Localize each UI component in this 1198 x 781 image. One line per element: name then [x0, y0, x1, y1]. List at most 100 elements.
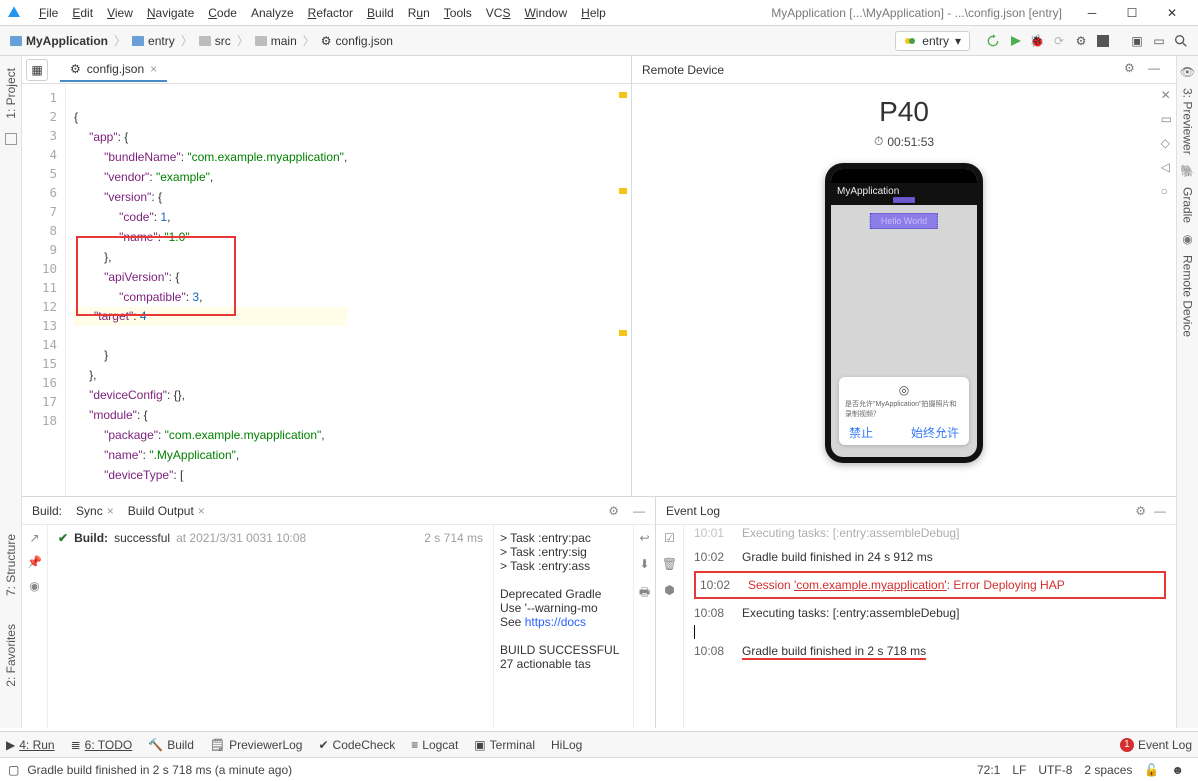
sidebar-item-structure[interactable]: 7: Structure: [4, 530, 18, 600]
lock-icon[interactable]: 🔓: [1138, 763, 1165, 777]
event-log-body: ☑ 🗑 ⬢ 10:01Executing tasks: [:entry:asse…: [656, 525, 1176, 728]
avd-icon[interactable]: ▣: [1126, 30, 1148, 52]
stop-icon[interactable]: [1092, 30, 1114, 52]
event-msg: Session 'com.example.myapplication': Err…: [748, 578, 1065, 592]
home-icon[interactable]: ○: [1161, 184, 1172, 198]
maximize-button[interactable]: ☐: [1112, 1, 1152, 25]
sidebar-item-gradle[interactable]: Gradle: [1181, 181, 1195, 229]
gear-icon[interactable]: ⚙: [1124, 61, 1142, 79]
build-output[interactable]: > Task :entry:pac > Task :entry:sig > Ta…: [493, 525, 633, 728]
menu-view[interactable]: View: [100, 6, 140, 20]
sidebar-item-project[interactable]: 1: Project: [4, 62, 18, 125]
remote-icon[interactable]: ◉: [1182, 232, 1192, 246]
filter-icon[interactable]: ◉: [29, 579, 39, 593]
build-tree-toolbar: ↗ 📌 ◉: [22, 525, 48, 728]
pin-icon[interactable]: 📌: [27, 555, 42, 569]
menu-run[interactable]: Run: [401, 6, 437, 20]
hide-icon[interactable]: —: [1154, 504, 1166, 518]
print-icon[interactable]: 🖶: [639, 583, 650, 604]
dialog-deny[interactable]: 禁止: [849, 424, 873, 441]
crumb-file[interactable]: ⚙config.json: [317, 34, 397, 48]
menu-analyze[interactable]: Analyze: [244, 6, 301, 20]
wrap-icon[interactable]: ↩: [639, 531, 649, 545]
tw-run[interactable]: ▶ 4: Run: [6, 738, 55, 752]
tab-close-icon[interactable]: ×: [150, 62, 157, 76]
menu-code[interactable]: Code: [201, 6, 244, 20]
menu-edit[interactable]: Edit: [65, 6, 100, 20]
gear-icon[interactable]: ⚙: [1135, 504, 1146, 518]
tw-eventlog[interactable]: 1 Event Log: [1120, 738, 1192, 752]
tab-config-json[interactable]: ⚙ config.json ×: [60, 58, 167, 82]
build-timestamp: at 2021/3/31 0031 10:08: [176, 531, 306, 545]
session-link[interactable]: 'com.example.myapplication': [794, 578, 947, 592]
run-icon[interactable]: [1004, 30, 1026, 52]
settings-icon[interactable]: ☑: [664, 531, 675, 545]
tw-hilog[interactable]: HiLog: [551, 738, 582, 752]
crumb-main[interactable]: main: [251, 34, 301, 48]
build-tab-output[interactable]: Build Output ×: [128, 504, 205, 518]
project-toggle-icon[interactable]: ▦: [26, 59, 48, 81]
project-view-icon[interactable]: [5, 133, 17, 145]
tw-terminal[interactable]: ▣ Terminal: [474, 738, 535, 752]
menu-build[interactable]: Build: [360, 6, 401, 20]
indent[interactable]: 2 spaces: [1078, 763, 1138, 777]
sidebar-item-remote[interactable]: Remote Device: [1181, 249, 1195, 343]
sidebar-item-favorites[interactable]: 2: Favorites: [4, 620, 18, 691]
hide-icon[interactable]: —: [633, 504, 645, 518]
crumb-root[interactable]: MyApplication: [6, 34, 112, 48]
line-ending[interactable]: LF: [1006, 763, 1032, 777]
tw-logcat[interactable]: ≡ Logcat: [411, 738, 458, 752]
crumb-src[interactable]: src: [195, 34, 235, 48]
clear-icon[interactable]: ◇: [1161, 136, 1172, 150]
minimize-button[interactable]: ─: [1072, 1, 1112, 25]
search-icon[interactable]: [1170, 30, 1192, 52]
crumb-entry[interactable]: entry: [128, 34, 179, 48]
menu-navigate[interactable]: Navigate: [140, 6, 201, 20]
menu-window[interactable]: Window: [517, 6, 574, 20]
tw-previewerlog[interactable]: 🗒 PreviewerLog: [210, 738, 303, 752]
folder-icon: [132, 36, 144, 46]
menu-refactor[interactable]: Refactor: [301, 6, 360, 20]
inspect-icon[interactable]: ☻: [1165, 763, 1190, 777]
toggle-tw-icon[interactable]: ▢: [8, 763, 19, 777]
sdk-icon[interactable]: ▭: [1148, 30, 1170, 52]
scroll-icon[interactable]: ⬇: [639, 557, 649, 571]
menu-help[interactable]: Help: [574, 6, 613, 20]
cursor-pos[interactable]: 72:1: [971, 763, 1006, 777]
phone-screen[interactable]: MyApplication Hello World ◎ 是否允许"MyAppli…: [831, 169, 977, 457]
hide-icon[interactable]: —: [1148, 61, 1166, 79]
sidebar-item-previewer[interactable]: 3: Previewer: [1181, 82, 1195, 161]
rotate-icon[interactable]: ▭: [1161, 112, 1172, 126]
coverage-icon[interactable]: ⟳: [1048, 30, 1070, 52]
run-config-selector[interactable]: entry ▾: [895, 31, 970, 51]
tw-codecheck[interactable]: ✔ CodeCheck: [318, 738, 395, 752]
caret-down-icon: ▾: [955, 34, 961, 48]
eye-icon[interactable]: 👁: [1180, 65, 1195, 79]
menu-tools[interactable]: Tools: [437, 6, 479, 20]
build-icon[interactable]: [982, 30, 1004, 52]
back-icon[interactable]: ◁: [1161, 160, 1172, 174]
gradle-icon[interactable]: 🐘: [1180, 164, 1195, 178]
profiler-icon[interactable]: ⚙: [1070, 30, 1092, 52]
encoding[interactable]: UTF-8: [1032, 763, 1078, 777]
docs-link[interactable]: https://docs: [525, 615, 586, 629]
app-logo-icon: [6, 5, 22, 21]
close-icon[interactable]: ✕: [1161, 88, 1172, 102]
tw-todo[interactable]: ≣ 6: TODO: [71, 738, 133, 752]
build-tree[interactable]: ✔ Build: successful at 2021/3/31 0031 10…: [48, 525, 493, 728]
build-tab-sync[interactable]: Sync ×: [76, 504, 114, 518]
arrow-icon[interactable]: ↗: [29, 531, 39, 545]
menu-file[interactable]: File: [32, 6, 65, 20]
tw-build[interactable]: 🔨 Build: [148, 738, 194, 752]
trash-icon[interactable]: 🗑: [662, 557, 677, 571]
build-panel: Build: Sync × Build Output × ⚙ — ↗ 📌 ◉ ✔…: [22, 496, 656, 728]
close-icon[interactable]: ×: [198, 504, 205, 518]
dialog-allow[interactable]: 始终允许: [911, 424, 959, 441]
event-log-list[interactable]: 10:01Executing tasks: [:entry:assembleDe…: [684, 525, 1176, 728]
gear-icon[interactable]: ⚙: [608, 504, 619, 518]
close-icon[interactable]: ×: [107, 504, 114, 518]
gear-icon[interactable]: ⬢: [664, 583, 674, 597]
debug-icon[interactable]: 🐞: [1026, 30, 1048, 52]
menu-vcs[interactable]: VCS: [479, 6, 518, 20]
close-button[interactable]: ✕: [1152, 1, 1192, 25]
